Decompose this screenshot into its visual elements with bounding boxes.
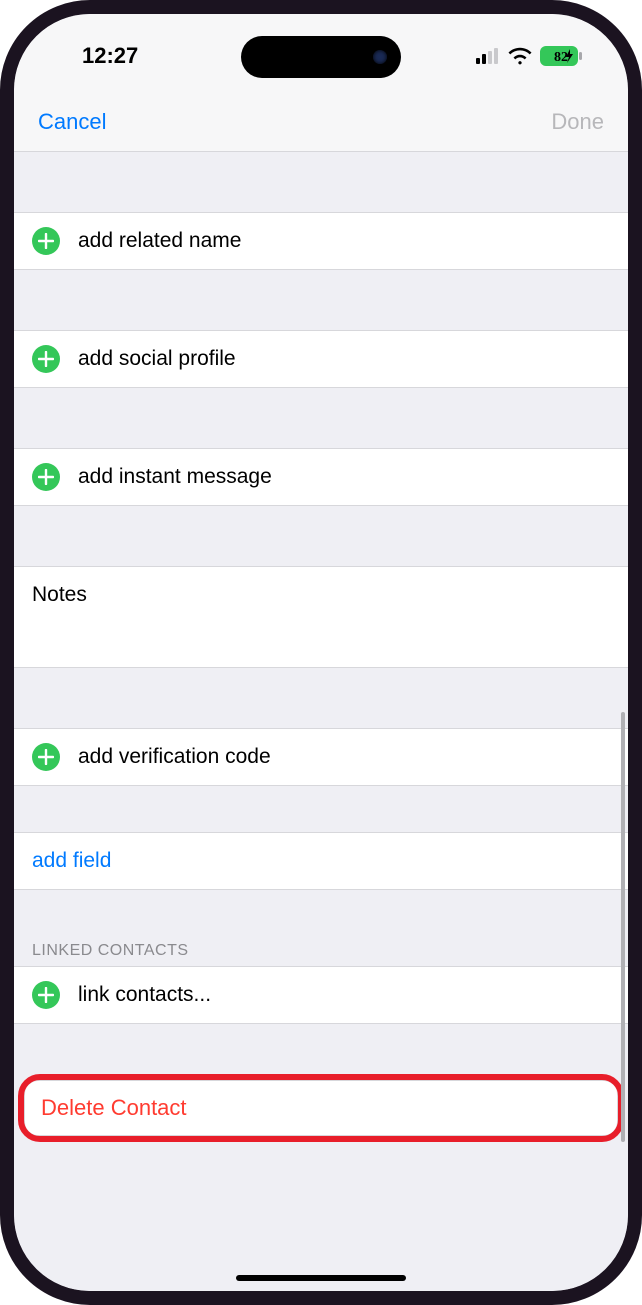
plus-icon [32, 463, 60, 491]
done-button[interactable]: Done [551, 109, 604, 135]
spacer [14, 1136, 628, 1182]
spacer [14, 388, 628, 448]
wifi-icon [508, 47, 532, 65]
add-instant-message-row[interactable]: add instant message [14, 448, 628, 506]
add-field-row[interactable]: add field [14, 832, 628, 890]
linked-contacts-header: LINKED CONTACTS [14, 936, 628, 966]
spacer [14, 786, 628, 832]
dynamic-island [241, 36, 401, 78]
row-label: add field [32, 849, 610, 873]
spacer [14, 152, 628, 212]
plus-icon [32, 981, 60, 1009]
front-camera-icon [373, 50, 387, 64]
home-indicator[interactable] [236, 1275, 406, 1281]
battery-icon: 82 [540, 46, 582, 66]
iphone-frame: 12:27 82 Can [0, 0, 642, 1305]
spacer [14, 1024, 628, 1080]
notes-label: Notes [32, 583, 87, 606]
cancel-button[interactable]: Cancel [38, 109, 106, 135]
add-related-name-row[interactable]: add related name [14, 212, 628, 270]
spacer [14, 890, 628, 936]
delete-contact-button[interactable]: Delete Contact [24, 1080, 618, 1136]
spacer [14, 270, 628, 330]
link-contacts-row[interactable]: link contacts... [14, 966, 628, 1024]
plus-icon [32, 743, 60, 771]
scrollbar-thumb[interactable] [621, 712, 625, 1142]
row-label: add verification code [78, 745, 610, 769]
screen: 12:27 82 Can [14, 14, 628, 1291]
delete-contact-wrap: Delete Contact [24, 1080, 618, 1136]
add-verification-code-row[interactable]: add verification code [14, 728, 628, 786]
add-social-profile-row[interactable]: add social profile [14, 330, 628, 388]
delete-label: Delete Contact [41, 1095, 187, 1120]
spacer [14, 668, 628, 728]
notes-field[interactable]: Notes [14, 566, 628, 668]
plus-icon [32, 345, 60, 373]
status-indicators: 82 [476, 46, 582, 66]
row-label: add instant message [78, 465, 610, 489]
content-scroll[interactable]: add related name add social profile add … [14, 152, 628, 1291]
nav-bar: Cancel Done [14, 92, 628, 152]
spacer [14, 506, 628, 566]
plus-icon [32, 227, 60, 255]
row-label: add social profile [78, 347, 610, 371]
row-label: link contacts... [78, 983, 610, 1007]
status-time: 12:27 [82, 43, 138, 69]
cellular-icon [476, 48, 500, 64]
battery-text: 82 [554, 50, 568, 65]
row-label: add related name [78, 229, 610, 253]
